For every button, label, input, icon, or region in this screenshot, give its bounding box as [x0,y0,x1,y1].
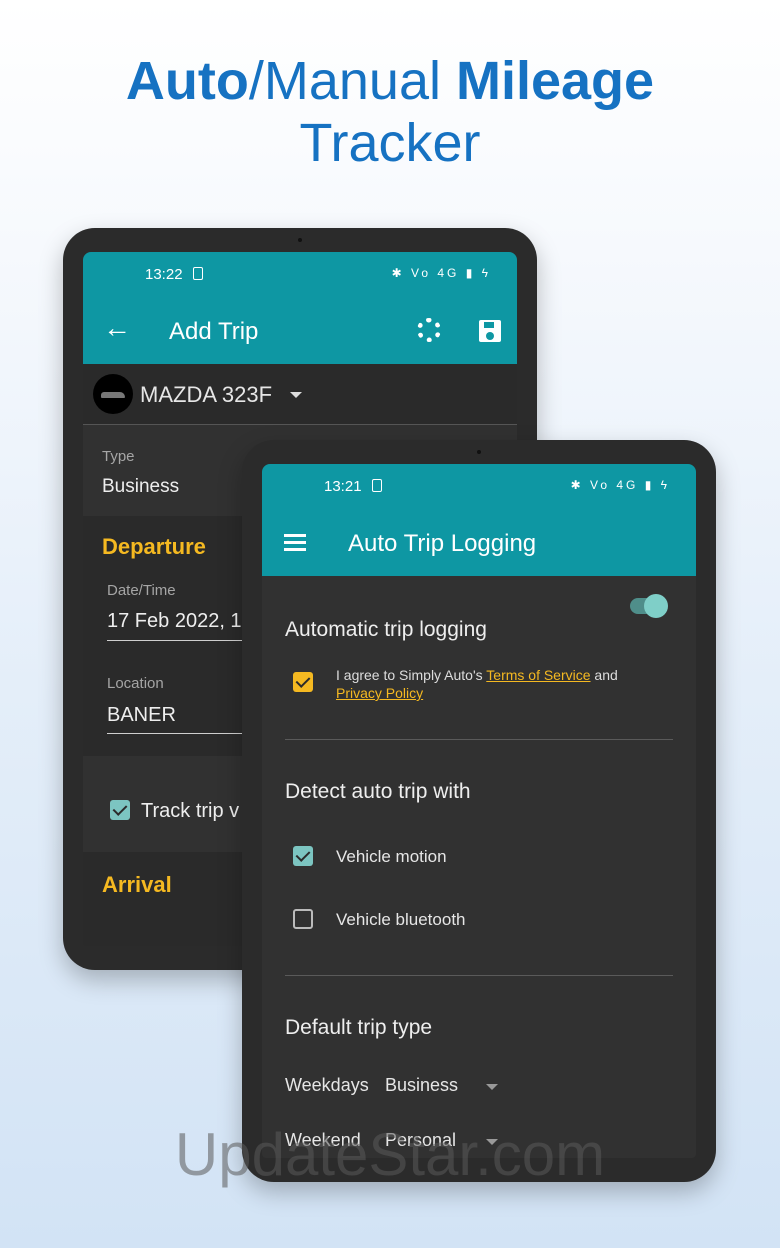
type-label: Type [102,448,135,465]
vehicle-motion-label: Vehicle motion [336,847,447,866]
location-field[interactable]: BANER [107,704,176,727]
arrival-heading: Arrival [102,872,172,897]
vehicle-avatar [93,374,133,414]
type-value[interactable]: Business [102,476,179,498]
camera-dot [477,450,481,454]
agree-terms-text: I agree to Simply Auto's Terms of Servic… [336,666,656,702]
detect-heading: Detect auto trip with [285,780,471,803]
front-tablet: 13:21 ✱ Vo 4G ▮ ϟ Auto Trip Logging Auto… [242,440,716,1182]
datetime-underline [107,640,247,641]
privacy-policy-link[interactable]: Privacy Policy [336,685,423,701]
track-trip-label: Track trip v [141,800,240,822]
save-icon[interactable] [479,320,501,342]
vehicle-motion-checkbox[interactable] [293,846,313,866]
terms-of-service-link[interactable]: Terms of Service [486,667,590,683]
back-arrow-icon[interactable]: ← [103,314,131,342]
datetime-label: Date/Time [107,582,176,599]
app-bar: Auto Trip Logging [262,508,696,576]
track-trip-checkbox[interactable] [110,800,130,820]
page-title: Add Trip [169,318,259,345]
headline-auto: Auto [125,51,249,111]
datetime-field[interactable]: 17 Feb 2022, 1 [107,610,242,633]
location-underline [107,733,247,734]
weekdays-select[interactable]: Business [385,1075,458,1096]
agree-terms-checkbox[interactable] [293,672,313,692]
departure-heading: Departure [102,534,206,559]
default-type-heading: Default trip type [285,1016,433,1039]
status-icons: ✱ Vo 4G ▮ ϟ [391,266,491,280]
auto-trip-logging-screen: 13:21 ✱ Vo 4G ▮ ϟ Auto Trip Logging Auto… [262,464,696,1158]
status-icons: ✱ Vo 4G ▮ ϟ [570,478,670,492]
agree-prefix: I agree to Simply Auto's [336,667,487,683]
sim-icon [193,267,203,280]
divider [285,739,673,740]
status-time: 13:21 [324,478,362,495]
vehicle-name: MAZDA 323F [140,382,273,407]
location-label: Location [107,675,164,692]
headline-mileage: Mileage [456,51,655,111]
chevron-down-icon [290,392,302,398]
agree-and: and [590,667,618,683]
status-bar: 13:21 ✱ Vo 4G ▮ ϟ [262,464,696,508]
auto-logging-label: Automatic trip logging [285,618,487,641]
vehicle-bluetooth-label: Vehicle bluetooth [336,910,466,929]
weekdays-label: Weekdays [285,1075,369,1095]
divider [285,975,673,976]
sim-icon [372,479,382,492]
auto-logging-toggle[interactable] [644,594,668,618]
watermark: UpdateStar.com [174,1121,606,1188]
camera-dot [298,238,302,242]
app-bar: ← Add Trip [83,296,517,364]
vehicle-selector[interactable]: MAZDA 323F [83,364,517,425]
page-title: Auto Trip Logging [348,530,537,557]
headline-line-1: Auto/Manual Mileage [0,50,780,112]
headline-manual: /Manual [248,51,456,111]
headline-line-2: Tracker [299,113,481,173]
status-time: 13:22 [145,266,183,283]
vehicle-bluetooth-checkbox[interactable] [293,909,313,929]
status-bar: 13:22 ✱ Vo 4G ▮ ϟ [83,252,517,296]
weekdays-dropdown-icon[interactable] [486,1084,498,1090]
settings-gear-icon[interactable] [417,318,441,342]
menu-icon[interactable] [284,534,306,551]
